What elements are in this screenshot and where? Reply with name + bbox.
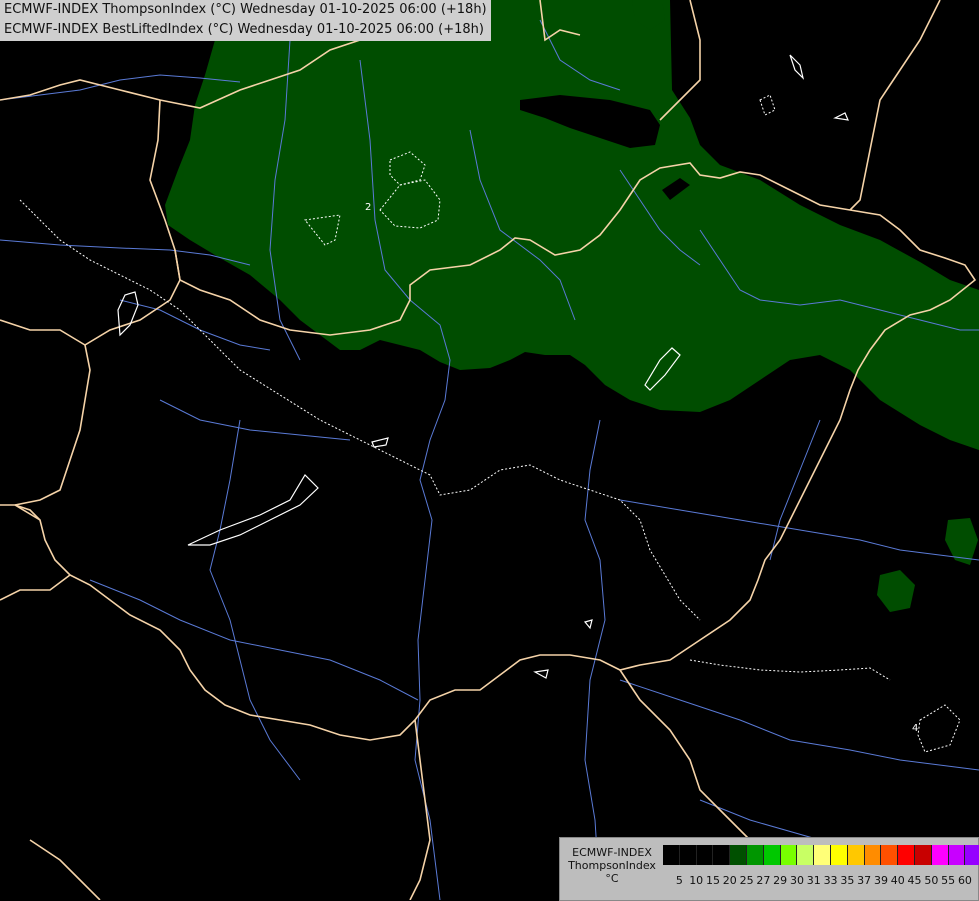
title-line-lifted: ECMWF-INDEX BestLiftedIndex (°C) Wednesd… (4, 22, 484, 37)
legend-swatch (931, 845, 949, 865)
legend-unit: °C (605, 872, 619, 885)
legend-model: ECMWF-INDEX (572, 846, 652, 859)
legend-swatch (965, 845, 979, 865)
legend-swatch (914, 845, 932, 865)
legend-tick: 30 (789, 874, 804, 887)
legend-tick: 20 (722, 874, 737, 887)
weather-map: 2 4 (0, 0, 979, 900)
legend-swatch (730, 845, 747, 865)
legend-tick: 60 (957, 874, 972, 887)
legend-ticks: 5 10 15 20 25 27 29 30 31 33 35 37 39 40 45 50 55 60 (671, 874, 973, 888)
legend-tick: 37 (857, 874, 872, 887)
legend-swatch (679, 845, 697, 865)
legend-swatch (847, 845, 865, 865)
legend-swatch (881, 845, 899, 865)
legend-swatches (663, 845, 979, 865)
legend-tick: 27 (756, 874, 771, 887)
legend-swatch (898, 845, 915, 865)
legend-swatch (948, 845, 966, 865)
legend-parameter: ThompsonIndex (568, 859, 656, 872)
contour-label: 2 (365, 202, 371, 213)
legend-swatch (780, 845, 798, 865)
map-title-box: ECMWF-INDEX ThompsonIndex (°C) Wednesday… (0, 0, 491, 41)
legend-tick: 33 (823, 874, 838, 887)
legend-tick: 15 (705, 874, 720, 887)
legend-tick: 25 (739, 874, 754, 887)
title-line-thompson: ECMWF-INDEX ThompsonIndex (°C) Wednesday… (4, 2, 487, 17)
legend-tick: 5 (675, 874, 683, 887)
legend-title: ECMWF-INDEX ThompsonIndex °C (564, 846, 660, 885)
legend-tick: 35 (840, 874, 855, 887)
legend-tick: 31 (806, 874, 821, 887)
color-legend: ECMWF-INDEX ThompsonIndex °C 5 10 15 20 25 27… (559, 837, 979, 901)
legend-swatch (746, 845, 764, 865)
legend-tick: 45 (907, 874, 922, 887)
legend-tick: 55 (941, 874, 956, 887)
legend-swatch (696, 845, 714, 865)
legend-swatch (864, 845, 882, 865)
legend-swatch (713, 845, 731, 865)
contour-label-east: 4 (912, 723, 918, 734)
legend-swatch (814, 845, 831, 865)
legend-tick: 29 (773, 874, 788, 887)
legend-tick: 10 (689, 874, 704, 887)
legend-tick: 40 (890, 874, 905, 887)
legend-swatch (763, 845, 781, 865)
legend-swatch (830, 845, 848, 865)
legend-tick: 39 (873, 874, 888, 887)
legend-swatch (663, 845, 680, 865)
legend-swatch (797, 845, 815, 865)
legend-tick: 50 (924, 874, 939, 887)
